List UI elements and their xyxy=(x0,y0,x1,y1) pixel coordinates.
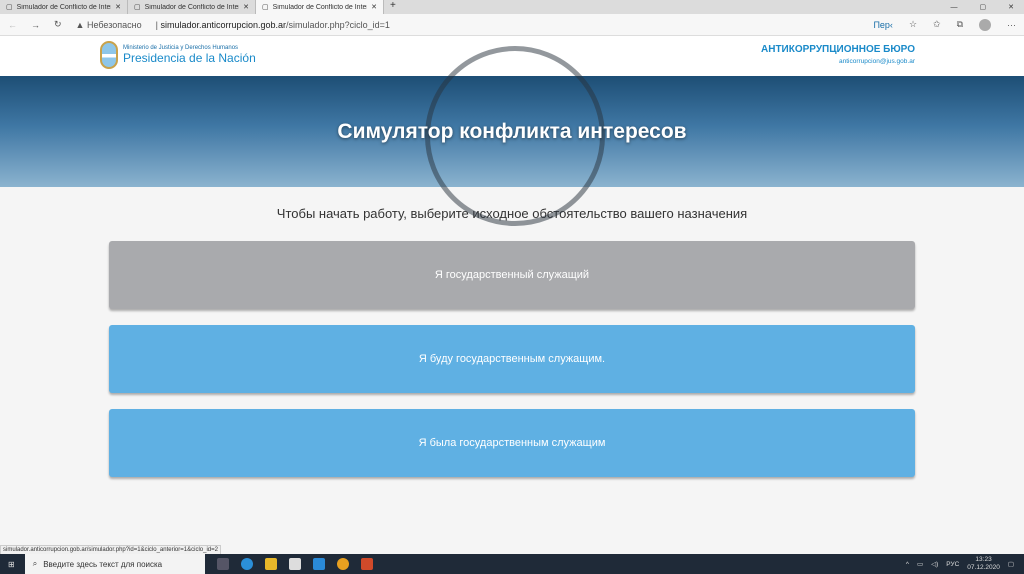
refresh-icon[interactable]: ↻ xyxy=(54,19,62,30)
chrome-icon[interactable] xyxy=(336,558,349,570)
page-icon: ▢ xyxy=(6,4,13,11)
file-explorer-icon[interactable] xyxy=(264,558,277,570)
warning-icon: ▲ Небезопасно xyxy=(75,19,142,30)
volume-icon[interactable]: ◁) xyxy=(931,560,938,568)
browser-tab-active[interactable]: ▢ Simulador de Conflicto de Intere ✕ xyxy=(256,0,384,14)
office-email[interactable]: anticorrupcion@jus.gob.ar xyxy=(761,58,915,65)
close-icon[interactable]: ✕ xyxy=(371,3,377,11)
office-name: АНТИКОРРУПЦИОННОЕ БЮРО xyxy=(761,44,915,55)
hero-banner: Симулятор конфликта интересов xyxy=(0,46,1024,226)
browser-tab[interactable]: ▢ Simulador de Conflicto de Intere ✕ xyxy=(128,0,256,14)
notifications-icon[interactable]: ▢ xyxy=(1008,560,1014,568)
powerpoint-icon[interactable] xyxy=(360,558,373,570)
back-icon[interactable]: ← xyxy=(8,20,17,30)
coat-of-arms-icon xyxy=(100,41,118,69)
page-title: Симулятор конфликта интересов xyxy=(337,119,687,143)
option-future-employee-button[interactable]: Я буду государственным служащим. xyxy=(109,325,915,393)
collections-icon[interactable]: ⧉ xyxy=(957,19,963,30)
tab-strip: ▢ Simulador de Conflicto de Intere ✕ ▢ Simu… xyxy=(0,0,1024,14)
presidency-label: Presidencia de la Nación xyxy=(123,51,256,65)
avatar[interactable] xyxy=(979,18,991,31)
windows-start-icon[interactable]: ⊞ xyxy=(0,560,15,569)
edge-icon[interactable] xyxy=(240,558,253,570)
translate-label[interactable]: Пер‹ xyxy=(873,20,892,30)
page-icon: ▢ xyxy=(134,4,141,11)
forward-icon[interactable]: → xyxy=(31,20,40,30)
taskbar-search-input[interactable]: ⌕ Введите здесь текст для поиска xyxy=(24,554,205,574)
option-former-employee-button[interactable]: Я была государственным служащим xyxy=(109,409,915,477)
address-bar: ← → ↻ ▲ Небезопасно | simulador.anticorr… xyxy=(0,14,1024,36)
clock[interactable]: 13:23 07.12.2020 xyxy=(967,556,1000,572)
star-icon[interactable]: ☆ xyxy=(909,19,917,30)
browser-tab[interactable]: ▢ Simulador de Conflicto de Intere ✕ xyxy=(0,0,128,14)
maximize-icon[interactable]: ▢ xyxy=(980,3,987,11)
search-icon: ⌕ xyxy=(32,559,38,568)
option-current-employee-button[interactable]: Я государственный служащий xyxy=(109,241,915,309)
search-placeholder: Введите здесь текст для поиска xyxy=(43,559,163,569)
new-tab-icon[interactable]: + xyxy=(384,0,402,14)
mail-icon[interactable] xyxy=(312,558,325,570)
tray-chevron-icon[interactable]: ^ xyxy=(906,561,909,568)
close-icon[interactable]: ✕ xyxy=(115,3,121,11)
task-view-icon[interactable] xyxy=(216,558,229,570)
favorites-icon[interactable]: ✩ xyxy=(933,19,941,30)
close-window-icon[interactable]: ✕ xyxy=(1008,3,1014,11)
taskbar: ⊞ ⌕ Введите здесь текст для поиска ^ ▭ ◁)… xyxy=(0,554,1024,574)
more-icon[interactable]: ··· xyxy=(1007,20,1016,30)
logo[interactable]: Ministerio de Justicia y Derechos Humano… xyxy=(100,41,256,69)
close-icon[interactable]: ✕ xyxy=(243,3,249,11)
network-icon[interactable]: ▭ xyxy=(917,560,923,568)
store-icon[interactable] xyxy=(288,558,301,570)
security-label: Небезопасно xyxy=(86,19,142,30)
language-indicator[interactable]: РУС xyxy=(946,561,959,568)
minimize-icon[interactable]: — xyxy=(951,4,958,11)
page-icon: ▢ xyxy=(262,4,269,11)
url-input[interactable]: | simulador.anticorrupcion.gob.ar/simula… xyxy=(156,20,390,30)
